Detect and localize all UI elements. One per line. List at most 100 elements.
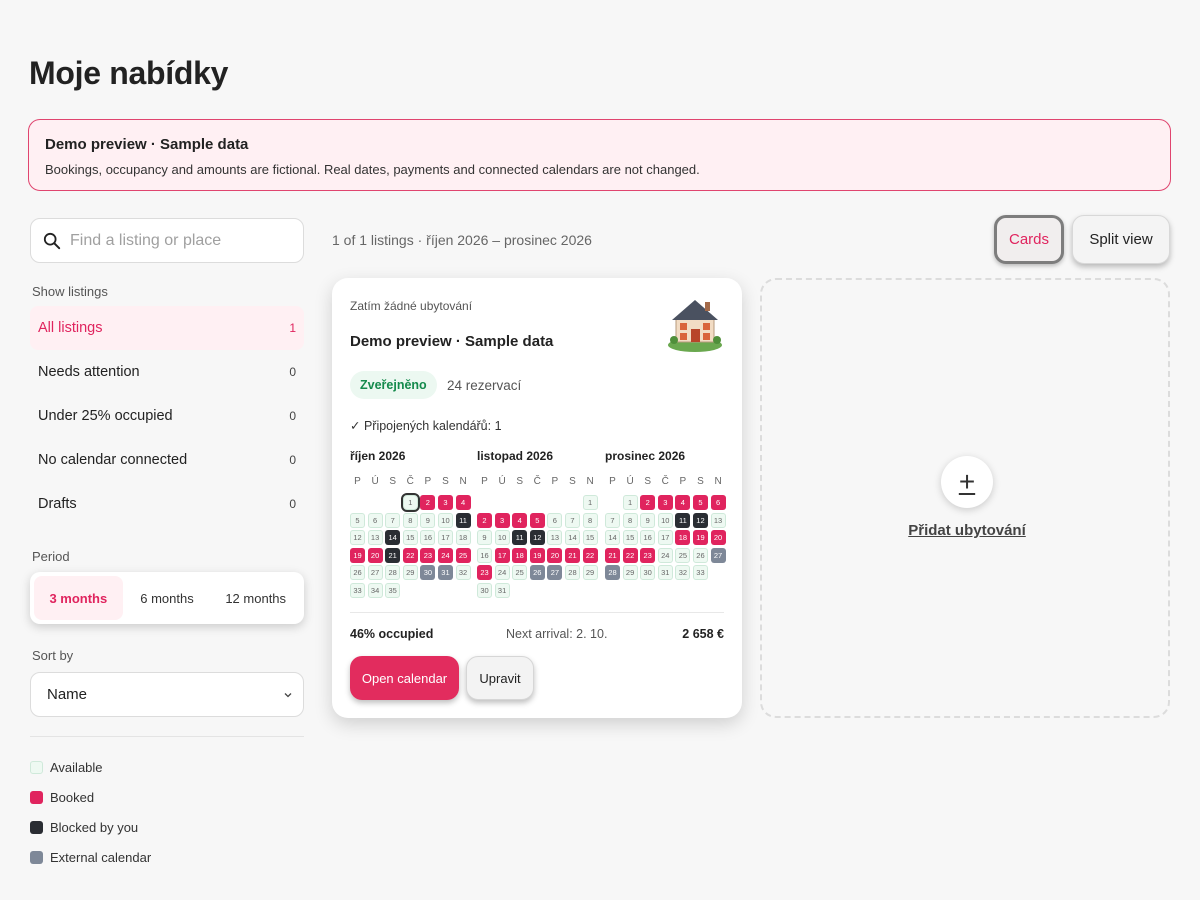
- calendar-day[interactable]: 4: [675, 495, 691, 510]
- calendar-day[interactable]: 20: [710, 530, 726, 546]
- calendar-day[interactable]: 1: [622, 495, 638, 510]
- calendar-day[interactable]: 21: [564, 547, 580, 563]
- calendar-day[interactable]: 10: [494, 530, 510, 546]
- open-calendar-button[interactable]: Open calendar: [350, 656, 459, 700]
- calendar-day[interactable]: 22: [582, 547, 598, 563]
- calendar-day[interactable]: 2: [420, 495, 436, 510]
- add-listing-button[interactable]: +: [941, 456, 993, 508]
- calendar-day[interactable]: 13: [367, 530, 383, 546]
- calendar-day[interactable]: 26: [350, 565, 365, 581]
- period-3-months[interactable]: 3 months: [34, 576, 123, 620]
- calendar-day[interactable]: 2: [640, 495, 656, 510]
- calendar-day[interactable]: 31: [494, 582, 510, 598]
- calendar-day[interactable]: 32: [675, 565, 691, 581]
- calendar-day[interactable]: 19: [692, 530, 708, 546]
- calendar-day[interactable]: 1: [582, 495, 598, 510]
- calendar-day[interactable]: 7: [605, 512, 620, 528]
- calendar-day[interactable]: 4: [455, 495, 471, 510]
- calendar-day[interactable]: 1: [400, 493, 420, 512]
- filter-all-listings[interactable]: All listings 1: [30, 306, 304, 350]
- calendar-day[interactable]: 5: [692, 495, 708, 510]
- calendar-day[interactable]: 22: [622, 547, 638, 563]
- calendar-day[interactable]: 30: [477, 582, 492, 598]
- edit-button[interactable]: Upravit: [466, 656, 534, 700]
- period-6-months[interactable]: 6 months: [123, 576, 212, 620]
- calendar-day[interactable]: 14: [564, 530, 580, 546]
- calendar-day[interactable]: 23: [477, 565, 492, 581]
- calendar-day[interactable]: 15: [582, 530, 598, 546]
- calendar-day[interactable]: 10: [437, 512, 453, 528]
- calendar-day[interactable]: 17: [657, 530, 673, 546]
- calendar-day[interactable]: 16: [420, 530, 436, 546]
- calendar-day[interactable]: 7: [564, 512, 580, 528]
- calendar-day[interactable]: 18: [675, 530, 691, 546]
- calendar-day[interactable]: 8: [582, 512, 598, 528]
- calendar-day[interactable]: 6: [547, 512, 563, 528]
- calendar-day[interactable]: 19: [529, 547, 545, 563]
- calendar-day[interactable]: 7: [385, 512, 401, 528]
- calendar-day[interactable]: 26: [692, 547, 708, 563]
- filter-needs-attention[interactable]: Needs attention 0: [30, 350, 304, 394]
- calendar-day[interactable]: 15: [402, 530, 418, 546]
- calendar-day[interactable]: 29: [582, 565, 598, 581]
- calendar-day[interactable]: 12: [692, 512, 708, 528]
- calendar-day[interactable]: 3: [437, 495, 453, 510]
- calendar-day[interactable]: 20: [547, 547, 563, 563]
- calendar-day[interactable]: 20: [367, 547, 383, 563]
- calendar-day[interactable]: 12: [350, 530, 365, 546]
- sort-select[interactable]: Name: [30, 672, 304, 717]
- calendar-day[interactable]: 16: [640, 530, 656, 546]
- calendar-day[interactable]: 29: [622, 565, 638, 581]
- calendar-day[interactable]: 34: [367, 582, 383, 598]
- calendar-day[interactable]: 31: [657, 565, 673, 581]
- calendar-day[interactable]: 25: [512, 565, 528, 581]
- calendar-day[interactable]: 22: [402, 547, 418, 563]
- calendar-day[interactable]: 24: [494, 565, 510, 581]
- calendar-day[interactable]: 13: [710, 512, 726, 528]
- calendar-day[interactable]: 28: [605, 565, 620, 581]
- calendar-day[interactable]: 14: [385, 530, 401, 546]
- add-listing-card[interactable]: + Přidat ubytování: [760, 278, 1170, 718]
- calendar-day[interactable]: 11: [512, 530, 528, 546]
- cards-view-button[interactable]: Cards: [994, 215, 1064, 264]
- calendar-day[interactable]: 17: [494, 547, 510, 563]
- calendar-day[interactable]: 11: [455, 512, 471, 528]
- calendar-day[interactable]: 30: [640, 565, 656, 581]
- filter-no-calendar[interactable]: No calendar connected 0: [30, 438, 304, 482]
- calendar-day[interactable]: 30: [420, 565, 436, 581]
- search-box[interactable]: [30, 218, 304, 263]
- calendar-day[interactable]: 2: [477, 512, 492, 528]
- calendar-day[interactable]: 21: [385, 547, 401, 563]
- calendar-day[interactable]: 3: [494, 512, 510, 528]
- search-input[interactable]: [70, 231, 280, 250]
- calendar-day[interactable]: 23: [640, 547, 656, 563]
- calendar-day[interactable]: 23: [420, 547, 436, 563]
- calendar-day[interactable]: 24: [657, 547, 673, 563]
- calendar-day[interactable]: 27: [547, 565, 563, 581]
- calendar-day[interactable]: 11: [675, 512, 691, 528]
- calendar-day[interactable]: 3: [657, 495, 673, 510]
- calendar-day[interactable]: 26: [529, 565, 545, 581]
- calendar-day[interactable]: 5: [350, 512, 365, 528]
- calendar-day[interactable]: 5: [529, 512, 545, 528]
- split-view-button[interactable]: Split view: [1072, 215, 1170, 264]
- calendar-day[interactable]: 16: [477, 547, 492, 563]
- calendar-day[interactable]: 12: [529, 530, 545, 546]
- calendar-day[interactable]: 21: [605, 547, 620, 563]
- calendar-day[interactable]: 17: [437, 530, 453, 546]
- period-12-months[interactable]: 12 months: [211, 576, 300, 620]
- calendar-day[interactable]: 25: [675, 547, 691, 563]
- calendar-day[interactable]: 28: [564, 565, 580, 581]
- calendar-day[interactable]: 27: [710, 547, 726, 563]
- calendar-day[interactable]: 29: [402, 565, 418, 581]
- calendar-day[interactable]: 33: [350, 582, 365, 598]
- calendar-day[interactable]: 9: [640, 512, 656, 528]
- calendar-day[interactable]: 27: [367, 565, 383, 581]
- filter-under-25-occupied[interactable]: Under 25% occupied 0: [30, 394, 304, 438]
- calendar-day[interactable]: 9: [477, 530, 492, 546]
- calendar-day[interactable]: 15: [622, 530, 638, 546]
- calendar-day[interactable]: 6: [367, 512, 383, 528]
- calendar-day[interactable]: 13: [547, 530, 563, 546]
- calendar-day[interactable]: 9: [420, 512, 436, 528]
- calendar-day[interactable]: 8: [622, 512, 638, 528]
